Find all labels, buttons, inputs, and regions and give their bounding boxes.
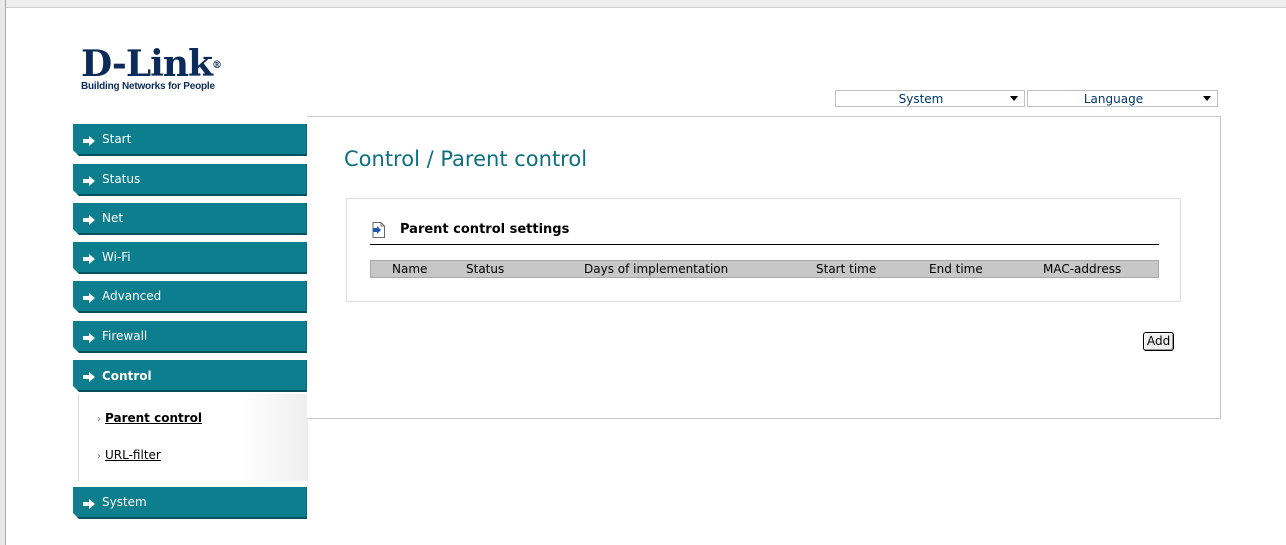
menu-status-label: Status: [102, 172, 141, 186]
submenu-item-label: URL-filter: [105, 448, 161, 462]
submenu-item-label: Parent control: [105, 411, 202, 425]
chevron-down-icon: [1010, 96, 1018, 101]
column-header-status: Status: [466, 262, 505, 276]
column-header-mac-address: MAC-address: [1043, 262, 1122, 276]
add-button[interactable]: Add: [1143, 332, 1175, 351]
menu-control-label: Control: [102, 369, 152, 383]
table-header: Name Status Days of implementation Start…: [370, 260, 1159, 278]
submenu-item-parent-control[interactable]: › Parent control: [97, 411, 202, 425]
logo-registered-mark: ®: [211, 60, 222, 71]
menu-firewall[interactable]: Firewall: [73, 321, 307, 353]
arrow-right-icon: [83, 215, 95, 225]
language-dropdown-label: Language: [1083, 92, 1144, 106]
menu-wifi[interactable]: Wi-Fi: [73, 242, 307, 274]
column-header-end-time: End time: [929, 262, 983, 276]
menu-firewall-label: Firewall: [102, 329, 148, 343]
column-header-start-time: Start time: [816, 262, 877, 276]
menu-start[interactable]: Start: [73, 124, 307, 156]
menu-status[interactable]: Status: [73, 164, 307, 196]
bullet-icon: ›: [97, 451, 101, 462]
menu-control[interactable]: Control: [73, 360, 307, 392]
arrow-right-icon: [83, 136, 95, 146]
menu-system[interactable]: System: [73, 487, 307, 519]
arrow-right-icon: [83, 372, 95, 382]
menu-wifi-label: Wi-Fi: [102, 250, 131, 264]
section-divider: [370, 244, 1159, 245]
dlink-logo: D-Link® Building Networks for People: [81, 46, 281, 92]
column-header-name: Name: [392, 262, 428, 276]
arrow-right-icon: [83, 499, 95, 509]
system-dropdown-label: System: [898, 92, 944, 106]
arrow-right-icon: [83, 293, 95, 303]
arrow-right-icon: [83, 176, 95, 186]
document-arrow-icon: [372, 222, 385, 238]
page-title: Control / Parent control: [344, 147, 588, 171]
bullet-icon: ›: [97, 414, 101, 425]
window-left-edge: [0, 0, 6, 545]
system-dropdown[interactable]: System: [835, 90, 1025, 107]
parent-control-panel: [346, 198, 1181, 302]
column-header-days: Days of implementation: [584, 262, 729, 276]
menu-advanced[interactable]: Advanced: [73, 281, 307, 313]
language-dropdown[interactable]: Language: [1027, 90, 1218, 107]
chevron-down-icon: [1203, 96, 1211, 101]
arrow-right-icon: [83, 254, 95, 264]
control-submenu: › Parent control › URL-filter: [78, 394, 308, 481]
window-top-edge: [0, 0, 1286, 8]
logo-text: D-Link: [81, 43, 213, 85]
arrow-right-icon: [83, 333, 95, 343]
menu-net[interactable]: Net: [73, 203, 307, 235]
logo-tagline: Building Networks for People: [81, 81, 215, 92]
menu-advanced-label: Advanced: [102, 289, 162, 303]
menu-net-label: Net: [102, 211, 124, 225]
menu-start-label: Start: [102, 132, 132, 146]
submenu-item-url-filter[interactable]: › URL-filter: [97, 448, 161, 462]
section-title: Parent control settings: [400, 222, 570, 237]
menu-system-label: System: [102, 495, 147, 509]
